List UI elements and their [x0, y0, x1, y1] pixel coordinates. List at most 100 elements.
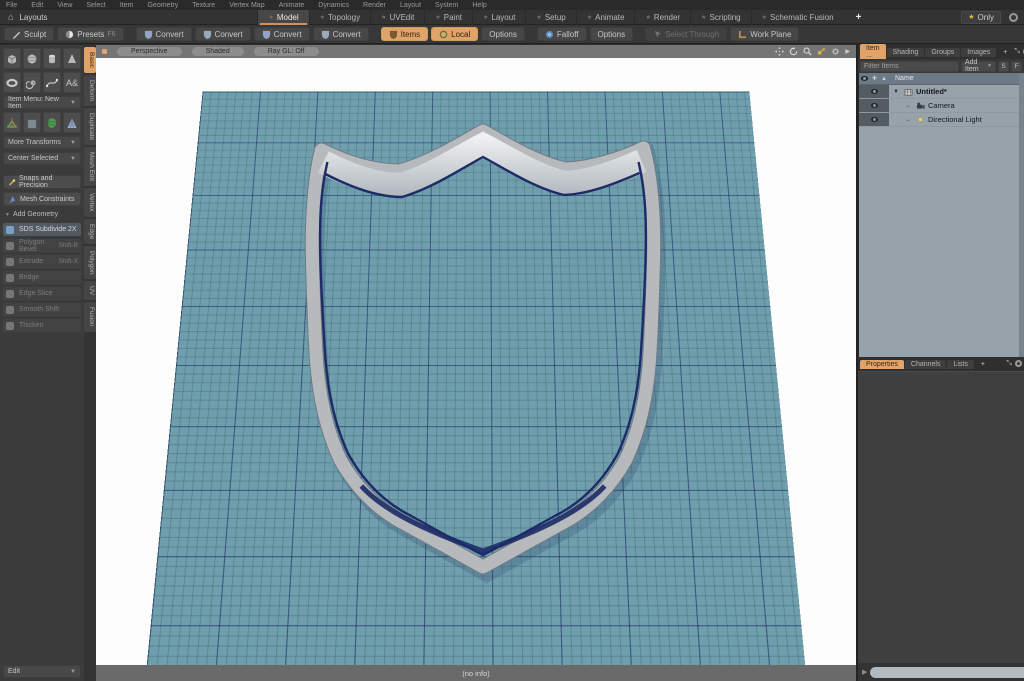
- item-row-camera[interactable]: → Camera: [859, 99, 1024, 113]
- add-panel-tab-button[interactable]: +: [997, 48, 1013, 57]
- expand-icon[interactable]: ⤡: [1014, 48, 1020, 56]
- add-geometry-header[interactable]: ▼ Add Geometry: [3, 209, 81, 220]
- tab-channels[interactable]: Channels: [905, 360, 947, 369]
- menu-select[interactable]: Select: [86, 2, 105, 9]
- eye-icon[interactable]: [871, 89, 878, 94]
- cube-tool-button[interactable]: [3, 48, 21, 69]
- zoom-icon[interactable]: [803, 47, 812, 56]
- disclosure-triangle-icon[interactable]: ▼: [893, 89, 901, 95]
- only-favorites-button[interactable]: ★ Only: [961, 11, 1001, 24]
- select-through-button[interactable]: Select Through: [645, 27, 727, 41]
- tool-thicken[interactable]: Thicken: [3, 319, 81, 332]
- filter-items-input[interactable]: [860, 61, 959, 72]
- viewport-mode-perspective[interactable]: Perspective: [117, 47, 182, 56]
- menu-dynamics[interactable]: Dynamics: [318, 2, 349, 9]
- cylinder-tool-button[interactable]: [43, 48, 61, 69]
- items-mode-button[interactable]: Items: [381, 27, 429, 41]
- menu-texture[interactable]: Texture: [192, 2, 215, 9]
- viewport-handle-icon[interactable]: [102, 49, 107, 54]
- transform-tool-button[interactable]: [3, 112, 21, 133]
- item-menu-dropdown[interactable]: Item Menu: New Item ▼: [3, 96, 81, 109]
- item-row-directional-light[interactable]: → Directional Light: [859, 113, 1024, 127]
- sculpt-button[interactable]: Sculpt: [4, 27, 54, 41]
- chevron-right-icon[interactable]: ▶: [845, 48, 850, 55]
- menu-edit[interactable]: Edit: [31, 2, 43, 9]
- s-button[interactable]: S: [998, 61, 1009, 72]
- tab-setup[interactable]: ★ Setup: [525, 10, 575, 25]
- local-action-center-button[interactable]: Local: [431, 27, 478, 41]
- eye-icon[interactable]: [871, 103, 878, 108]
- tab-topology[interactable]: ★ Topology: [309, 10, 370, 25]
- cone-tool-button[interactable]: [63, 48, 81, 69]
- tool-edge-slice[interactable]: Edge Slice: [3, 287, 81, 300]
- item-row-mesh[interactable]: ▼ Untitled*: [859, 85, 1024, 99]
- vtab-fusion[interactable]: Fusion: [84, 302, 96, 332]
- spiral-tool-button[interactable]: [23, 72, 41, 93]
- gear-icon[interactable]: [831, 47, 840, 56]
- tool-bridge[interactable]: Bridge: [3, 271, 81, 284]
- tool-polygon-bevel[interactable]: Polygon Bevel Shift-B: [3, 239, 81, 252]
- menu-file[interactable]: File: [6, 2, 17, 9]
- convert-button-2[interactable]: Convert: [195, 27, 251, 41]
- vtab-deform[interactable]: Deform: [84, 75, 96, 106]
- menu-system[interactable]: System: [435, 2, 458, 9]
- add-layout-tab-button[interactable]: +: [844, 12, 874, 23]
- tab-properties[interactable]: Properties: [860, 360, 904, 369]
- gear-icon[interactable]: [1009, 13, 1018, 22]
- shield-cookie-cutter-mesh[interactable]: [96, 58, 856, 665]
- vtab-edge[interactable]: Edge: [84, 219, 96, 244]
- menu-geometry[interactable]: Geometry: [147, 2, 178, 9]
- convert-button-4[interactable]: Convert: [313, 27, 369, 41]
- tab-schematic-fusion[interactable]: ★ Schematic Fusion: [751, 10, 844, 25]
- tool-sds-subdivide[interactable]: SDS Subdivide 2X: [3, 223, 81, 236]
- menu-animate[interactable]: Animate: [279, 2, 305, 9]
- pan-icon[interactable]: [775, 47, 784, 56]
- tab-render[interactable]: ★ Render: [634, 10, 690, 25]
- torus-tool-button[interactable]: [3, 72, 21, 93]
- snaps-precision-button[interactable]: Snaps and Precision: [3, 175, 81, 189]
- vtab-duplicate[interactable]: Duplicate: [84, 108, 96, 145]
- tab-lists[interactable]: Lists: [947, 360, 973, 369]
- mesh-constraints-button[interactable]: Mesh Constraints: [3, 192, 81, 206]
- viewport-raygl-toggle[interactable]: Ray GL: Off: [254, 47, 319, 56]
- sphere-tool-button[interactable]: [23, 48, 41, 69]
- rotate-icon[interactable]: [789, 47, 798, 56]
- tool-smooth-shift[interactable]: Smooth Shift: [3, 303, 81, 316]
- menu-help[interactable]: Help: [472, 2, 486, 9]
- item-list-scrollbar[interactable]: [1019, 73, 1024, 357]
- menu-render[interactable]: Render: [363, 2, 386, 9]
- wire-cone-tool-button[interactable]: [63, 112, 81, 133]
- more-transforms-dropdown[interactable]: More Transforms ▼: [3, 136, 81, 149]
- key-icon[interactable]: [817, 47, 826, 56]
- vtab-uv[interactable]: UV: [84, 281, 96, 300]
- curve-tool-button[interactable]: [43, 72, 61, 93]
- tab-model[interactable]: ★ Model: [257, 10, 308, 25]
- vtab-basic[interactable]: Basic: [84, 47, 96, 73]
- tab-shading[interactable]: Shading: [887, 48, 925, 57]
- falloff-options-button[interactable]: Options: [590, 27, 634, 41]
- expand-icon[interactable]: ⤡: [1006, 360, 1012, 368]
- sculpt-mesh-tool-button[interactable]: [43, 112, 61, 133]
- eye-icon[interactable]: [871, 117, 878, 122]
- presets-button[interactable]: Presets F6: [57, 27, 123, 41]
- tab-uvedit[interactable]: ★ UVEdit: [370, 10, 424, 25]
- center-selected-dropdown[interactable]: Center Selected ▼: [3, 152, 81, 165]
- convert-button-1[interactable]: Convert: [136, 27, 192, 41]
- tab-animate[interactable]: ★ Animate: [576, 10, 635, 25]
- add-item-dropdown[interactable]: Add Item ▼: [961, 61, 996, 72]
- edit-dropdown[interactable]: Edit ▼: [3, 665, 81, 678]
- vtab-polygon[interactable]: Polygon: [84, 246, 96, 280]
- add-panel-tab-button[interactable]: +: [975, 360, 991, 369]
- tab-layout[interactable]: ★ Layout: [472, 10, 525, 25]
- menu-item[interactable]: Item: [120, 2, 134, 9]
- vtab-mesh-edit[interactable]: Mesh Edit: [84, 147, 96, 186]
- wire-cube-tool-button[interactable]: [23, 112, 41, 133]
- vtab-vertex[interactable]: Vertex: [84, 188, 96, 216]
- tool-extrude[interactable]: Extrude Shift-X: [3, 255, 81, 268]
- action-center-options-button[interactable]: Options: [481, 27, 525, 41]
- menu-layout[interactable]: Layout: [400, 2, 421, 9]
- viewport-canvas[interactable]: [96, 58, 856, 665]
- layouts-label[interactable]: Layouts: [19, 13, 47, 22]
- text-tool-button[interactable]: A&: [63, 72, 81, 93]
- menu-vertex-map[interactable]: Vertex Map: [229, 2, 264, 9]
